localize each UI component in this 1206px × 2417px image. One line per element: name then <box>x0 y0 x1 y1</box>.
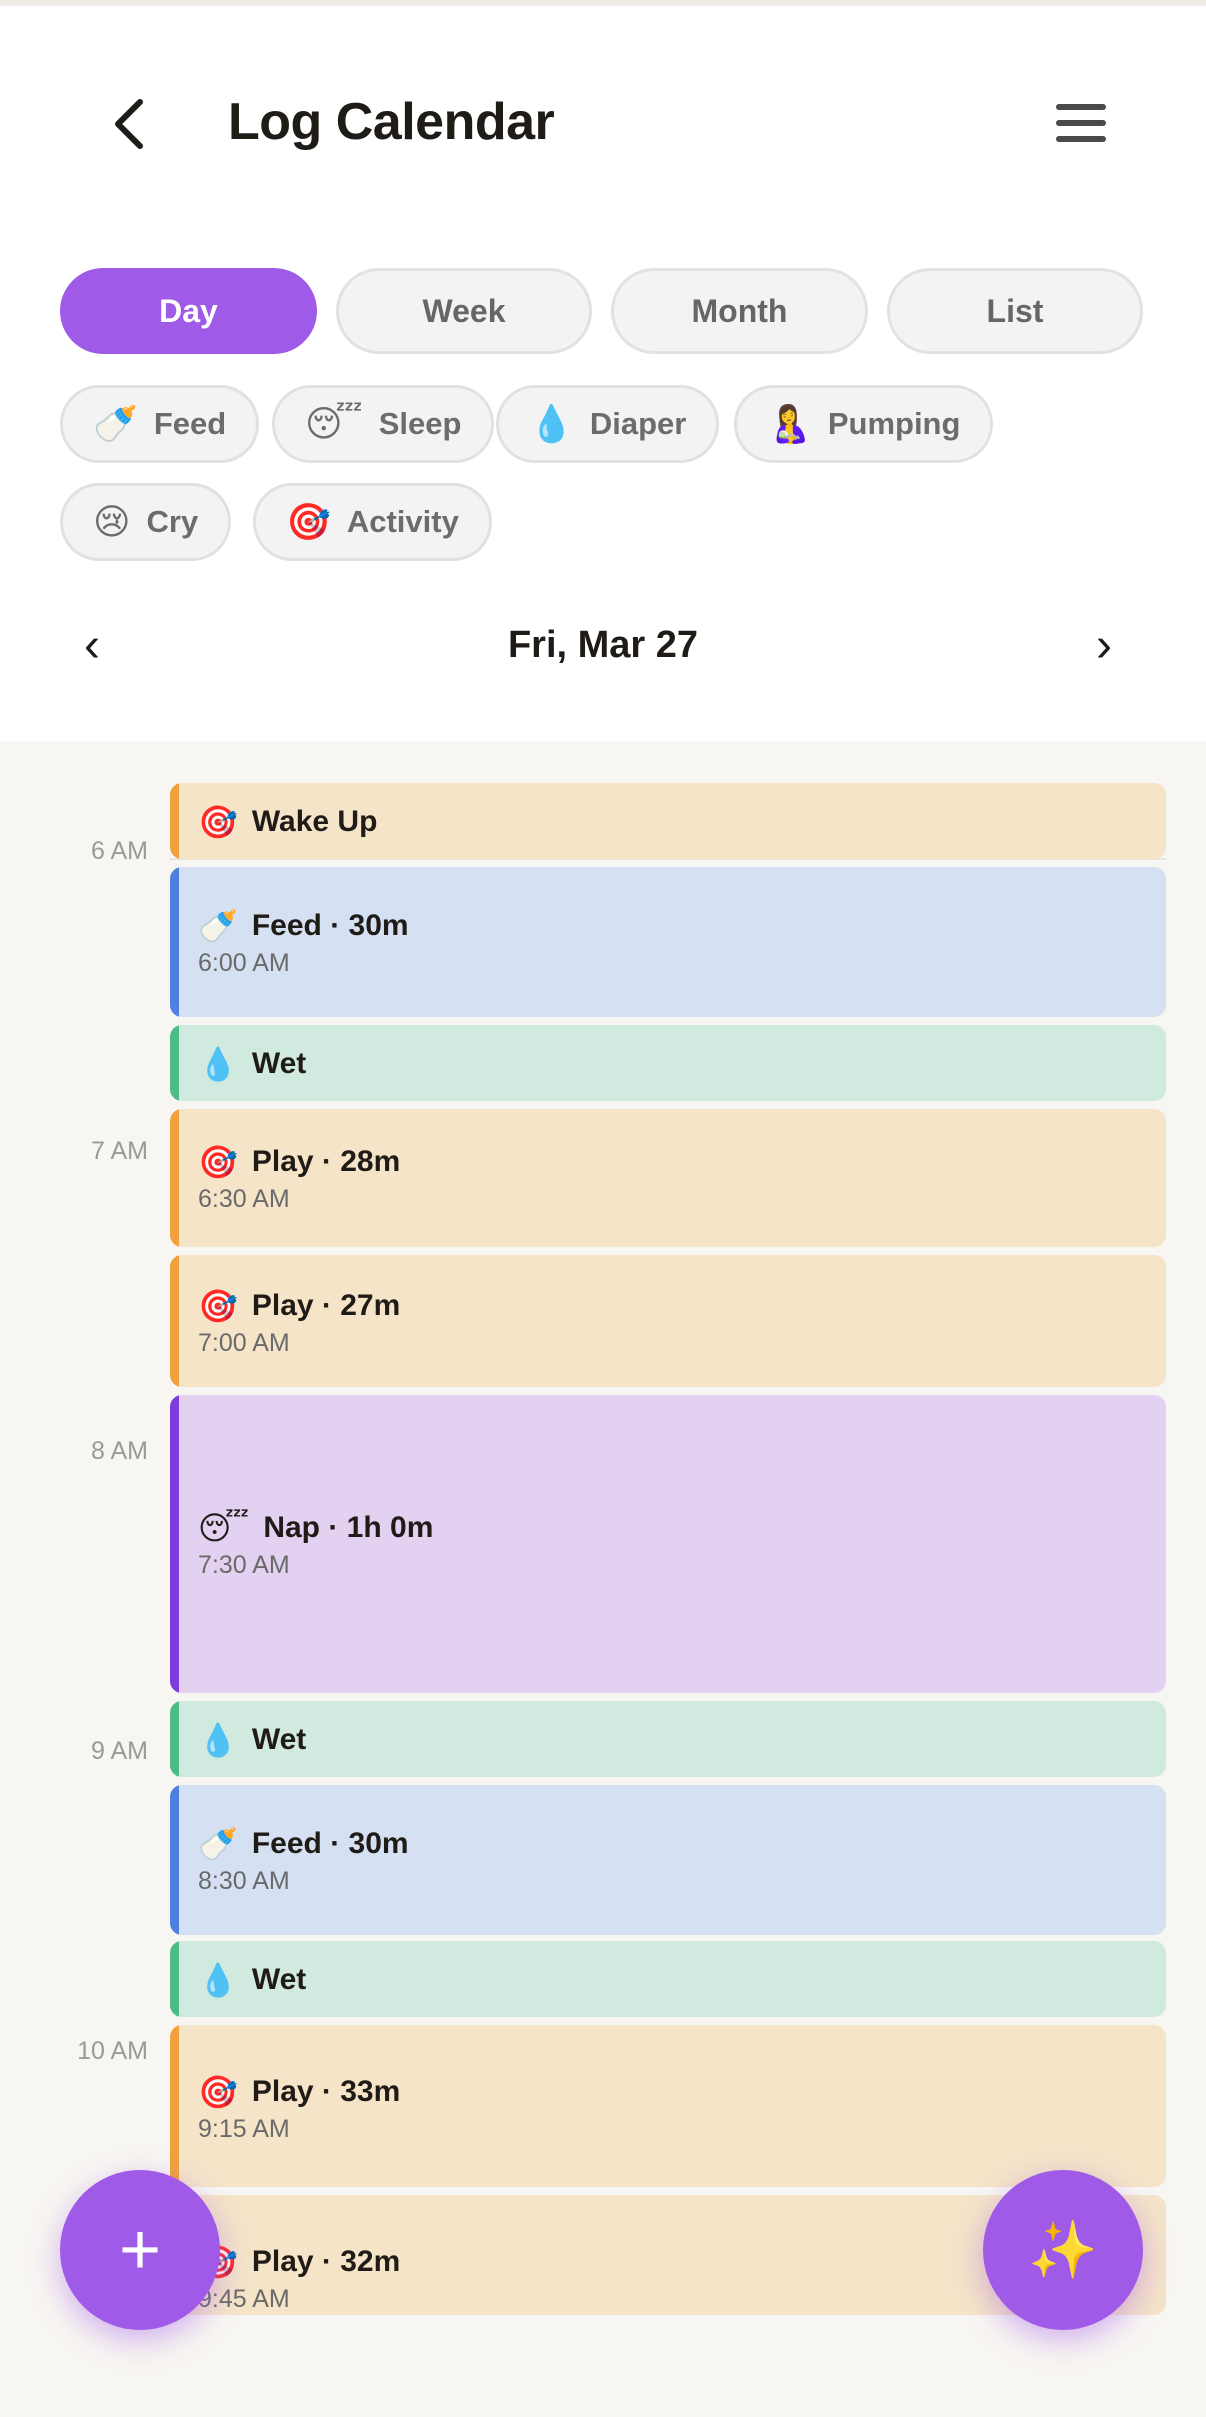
target-icon: 🎯 <box>198 1287 238 1325</box>
event-color-bar <box>170 1025 179 1101</box>
bottle-icon: 🍼 <box>198 1825 238 1863</box>
target-icon: 🎯 <box>286 502 331 543</box>
filter-chip-label: Pumping <box>827 406 961 441</box>
bottle-icon: 🍼 <box>93 404 138 445</box>
filter-chip-label: Cry <box>146 504 199 539</box>
ai-assistant-button[interactable]: ✨ <box>983 2170 1143 2330</box>
event-wet[interactable]: 💧 Wet <box>170 1941 1166 2017</box>
hour-label: 9 AM <box>91 1737 148 1765</box>
tab-month[interactable]: Month <box>611 268 868 354</box>
event-title-text: Wet <box>251 1723 307 1756</box>
filter-chip-label: Activity <box>346 504 459 539</box>
event-title: 💧 Wet <box>198 1721 306 1759</box>
event-color-bar <box>170 867 179 1017</box>
filter-chip-sleep[interactable]: 😴 Sleep <box>272 385 495 463</box>
event-color-bar <box>170 2025 179 2187</box>
plus-icon: + <box>118 2210 162 2290</box>
event-play[interactable]: 🎯 Play · 27m 7:00 AM <box>170 1255 1166 1387</box>
menu-button[interactable] <box>1056 104 1110 144</box>
event-title: 💧 Wet <box>198 1045 306 1083</box>
hour-label: 6 AM <box>91 837 148 865</box>
event-title: 🎯 Play · 27m <box>198 1287 400 1325</box>
event-title: 🍼 Feed · 30m <box>198 1825 409 1863</box>
next-day-button[interactable]: › <box>1096 618 1112 673</box>
hour-label: 7 AM <box>91 1137 148 1165</box>
event-nap[interactable]: 😴 Nap · 1h 0m 7:30 AM <box>170 1395 1166 1693</box>
add-log-button[interactable]: + <box>60 2170 220 2330</box>
page-title: Log Calendar <box>228 93 555 151</box>
filter-chip-label: Diaper <box>589 406 687 441</box>
filter-chip-feed[interactable]: 🍼 Feed <box>60 385 260 463</box>
event-time: 7:00 AM <box>198 1329 290 1357</box>
event-wet[interactable]: 💧 Wet <box>170 1701 1166 1777</box>
event-title-text: Play · 28m <box>251 1145 401 1178</box>
event-color-bar <box>170 783 179 859</box>
event-time: 8:30 AM <box>198 1867 290 1895</box>
event-title: 🍼 Feed · 30m <box>198 907 409 945</box>
event-time: 6:00 AM <box>198 949 290 977</box>
breastfeeding-icon: 🤱 <box>767 404 812 445</box>
event-title-text: Nap · 1h 0m <box>263 1511 434 1544</box>
filter-chip-label: Sleep <box>378 406 462 441</box>
event-title: 💧 Wet <box>198 1961 306 1999</box>
event-color-bar <box>170 1395 179 1693</box>
event-color-bar <box>170 1941 179 2017</box>
filter-chip-label: Feed <box>153 406 227 441</box>
hour-label: 10 AM <box>77 2037 148 2065</box>
hamburger-menu-icon-line <box>1056 120 1106 126</box>
event-color-bar <box>170 1785 179 1935</box>
event-title-text: Feed · 30m <box>251 909 409 942</box>
chevron-left-icon <box>115 99 143 149</box>
event-wake-up[interactable]: 🎯 Wake Up <box>170 783 1166 859</box>
event-play[interactable]: 🎯 Play · 28m 6:30 AM <box>170 1109 1166 1247</box>
event-time: 7:30 AM <box>198 1551 290 1579</box>
event-title: 🎯 Play · 33m <box>198 2073 400 2111</box>
hour-label: 8 AM <box>91 1437 148 1465</box>
droplet-icon: 💧 <box>529 404 574 445</box>
event-title-text: Wet <box>251 1963 307 1996</box>
filter-chip-diaper[interactable]: 💧 Diaper <box>496 385 720 463</box>
filter-chip-activity[interactable]: 🎯 Activity <box>253 483 492 561</box>
target-icon: 🎯 <box>198 2073 238 2111</box>
event-time: 9:45 AM <box>198 2285 290 2313</box>
hamburger-menu-icon <box>1056 104 1106 110</box>
hamburger-menu-icon-line <box>1056 136 1106 142</box>
target-icon: 🎯 <box>198 1143 238 1181</box>
event-color-bar <box>170 1255 179 1387</box>
event-title-text: Play · 32m <box>251 2245 401 2278</box>
tab-week[interactable]: Week <box>336 268 592 354</box>
event-title-text: Feed · 30m <box>251 1827 409 1860</box>
event-wet[interactable]: 💧 Wet <box>170 1025 1166 1101</box>
event-time: 6:30 AM <box>198 1185 290 1213</box>
tab-day[interactable]: Day <box>60 268 317 354</box>
droplet-icon: 💧 <box>198 1045 238 1083</box>
back-button[interactable] <box>100 94 160 154</box>
event-title: 😴 Nap · 1h 0m <box>198 1509 433 1547</box>
sleeping-face-icon: 😴 <box>305 403 363 445</box>
droplet-icon: 💧 <box>198 1961 238 1999</box>
filter-chip-cry[interactable]: 😢 Cry <box>60 483 232 561</box>
event-feed[interactable]: 🍼 Feed · 30m 8:30 AM <box>170 1785 1166 1935</box>
current-date: Fri, Mar 27 <box>507 624 699 666</box>
event-time: 9:15 AM <box>198 2115 290 2143</box>
event-title: 🎯 Wake Up <box>198 803 377 841</box>
crying-face-icon: 😢 <box>93 501 131 543</box>
event-play[interactable]: 🎯 Play · 33m 9:15 AM <box>170 2025 1166 2187</box>
event-title: 🎯Play · 32m <box>198 2243 400 2281</box>
bottle-icon: 🍼 <box>198 907 238 945</box>
event-title: 🎯 Play · 28m <box>198 1143 400 1181</box>
event-title-text: Wet <box>251 1047 307 1080</box>
event-title-text: Play · 33m <box>251 2075 401 2108</box>
tab-list[interactable]: List <box>887 268 1143 354</box>
event-color-bar <box>170 1701 179 1777</box>
sparkles-icon: ✨ <box>1028 2218 1098 2283</box>
droplet-icon: 💧 <box>198 1721 238 1759</box>
event-title-text: Wake Up <box>251 805 378 838</box>
event-title-text: Play · 27m <box>251 1289 401 1322</box>
target-icon: 🎯 <box>198 803 238 841</box>
event-color-bar <box>170 1109 179 1247</box>
event-feed[interactable]: 🍼 Feed · 30m 6:00 AM <box>170 867 1166 1017</box>
sleeping-face-icon: 😴 <box>198 1509 250 1547</box>
filter-chip-pumping[interactable]: 🤱 Pumping <box>734 385 994 463</box>
